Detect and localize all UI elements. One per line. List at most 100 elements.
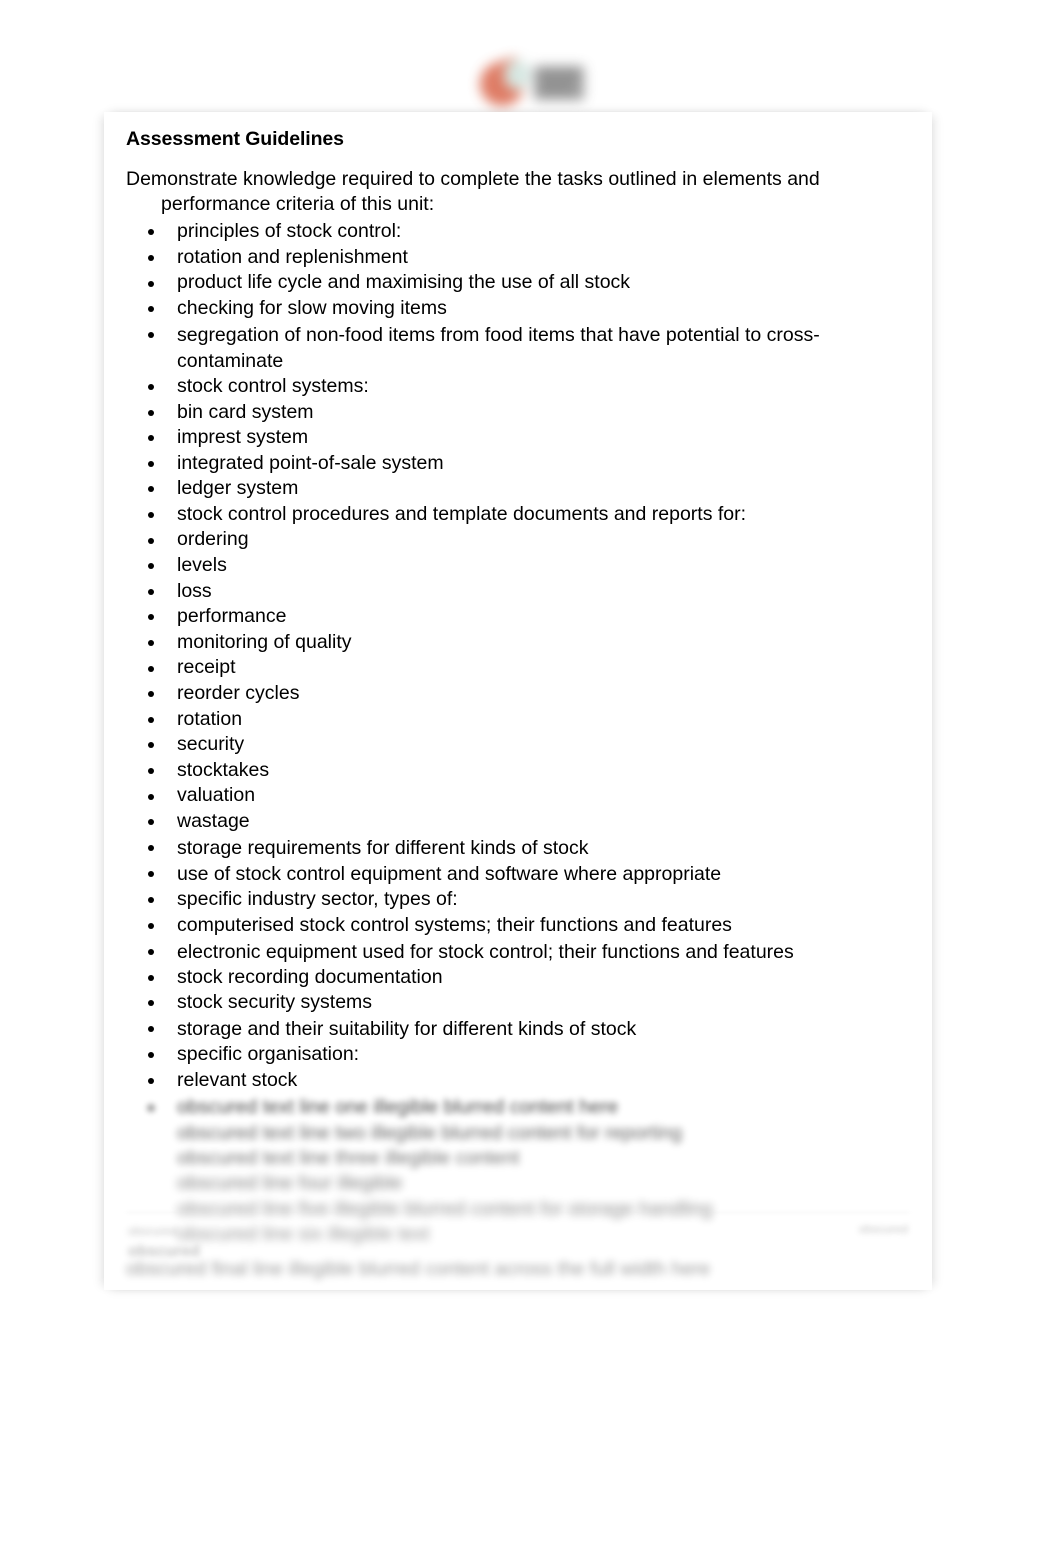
document-header-band bbox=[0, 0, 1062, 112]
list-item-label: reorder cycles bbox=[177, 682, 300, 705]
bullet-icon bbox=[148, 486, 154, 493]
bullet-icon bbox=[148, 767, 154, 774]
list-item-label: stock security systems bbox=[177, 991, 373, 1014]
intro-line-2: performance criteria of this unit: bbox=[161, 193, 435, 216]
guidelines-bullet-list: principles of stock control: rotation an… bbox=[126, 219, 916, 1093]
list-item-label: receipt bbox=[177, 656, 236, 679]
list-item-label: stock recording documentation bbox=[177, 965, 443, 988]
list-item-label: relevant stock bbox=[177, 1068, 298, 1091]
intro-paragraph: Demonstrate knowledge required to comple… bbox=[126, 167, 916, 217]
list-item: security bbox=[126, 732, 916, 758]
footer-left-line-2: obscured bbox=[128, 1243, 201, 1260]
list-item-label: stock control systems: bbox=[177, 374, 369, 397]
bullet-icon bbox=[148, 229, 154, 236]
bullet-icon bbox=[148, 280, 154, 287]
bullet-icon bbox=[148, 1026, 154, 1033]
bullet-icon bbox=[148, 896, 154, 903]
obscured-list-item: obscured text line one illegible blurred… bbox=[126, 1095, 916, 1120]
bullet-icon bbox=[148, 819, 154, 826]
list-item: rotation and replenishment bbox=[126, 245, 916, 271]
list-item: stock security systems bbox=[126, 990, 916, 1016]
bullet-icon bbox=[148, 922, 154, 929]
page-title: Assessment Guidelines bbox=[126, 128, 344, 150]
bullet-icon bbox=[148, 435, 154, 442]
bullet-icon bbox=[148, 1052, 154, 1059]
list-item: rotation bbox=[126, 707, 916, 733]
list-item: product life cycle and maximising the us… bbox=[126, 270, 916, 296]
list-item-label: computerised stock control systems; thei… bbox=[177, 914, 732, 937]
list-item: performance bbox=[126, 604, 916, 630]
bullet-icon bbox=[148, 255, 154, 262]
bullet-icon bbox=[148, 537, 154, 544]
list-item: receipt bbox=[126, 655, 916, 681]
obscured-text: obscured text line one illegible blurred… bbox=[177, 1096, 619, 1119]
list-item-label: storage requirements for different kinds… bbox=[177, 836, 589, 859]
list-item-label: valuation bbox=[177, 784, 256, 807]
list-item-label: specific industry sector, types of: bbox=[177, 887, 458, 910]
footer-page-number: obscured bbox=[858, 1222, 908, 1236]
list-item: relevant stock bbox=[126, 1068, 916, 1094]
bullet-icon bbox=[148, 974, 154, 981]
organisation-logo bbox=[474, 56, 590, 112]
list-item-label: monitoring of quality bbox=[177, 630, 352, 653]
footer-divider bbox=[126, 1212, 910, 1213]
list-item-label: specific organisation: bbox=[177, 1043, 360, 1066]
list-item: stock control procedures and template do… bbox=[126, 502, 916, 528]
footer-left-text: obscured obscured bbox=[128, 1222, 200, 1264]
bullet-icon bbox=[148, 460, 154, 467]
list-item-label: integrated point-of-sale system bbox=[177, 451, 444, 474]
list-item: ledger system bbox=[126, 476, 916, 502]
bullet-icon bbox=[148, 331, 154, 338]
list-item: valuation bbox=[126, 783, 916, 809]
list-item-label: imprest system bbox=[177, 426, 309, 449]
list-item-label: levels bbox=[177, 554, 227, 577]
bullet-icon bbox=[148, 512, 154, 519]
list-item-label: security bbox=[177, 733, 245, 756]
list-item: principles of stock control: bbox=[126, 219, 916, 245]
bullet-icon bbox=[148, 870, 154, 877]
list-item-label: principles of stock control: bbox=[177, 220, 402, 243]
list-item: storage and their suitability for differ… bbox=[126, 1016, 916, 1042]
list-item: stocktakes bbox=[126, 758, 916, 784]
list-item-label: storage and their suitability for differ… bbox=[177, 1017, 637, 1040]
bullet-icon bbox=[148, 691, 154, 698]
logo-wordmark-block-icon bbox=[534, 66, 584, 100]
list-item-label: stocktakes bbox=[177, 758, 270, 781]
list-item: bin card system bbox=[126, 400, 916, 426]
list-item: levels bbox=[126, 553, 916, 579]
list-item: checking for slow moving items bbox=[126, 296, 916, 322]
bullet-icon bbox=[148, 614, 154, 621]
bullet-icon bbox=[148, 1105, 154, 1112]
bullet-icon bbox=[148, 1077, 154, 1084]
bullet-icon bbox=[148, 665, 154, 672]
obscured-text: obscured text line three illegible conte… bbox=[177, 1146, 520, 1169]
list-item: wastage bbox=[126, 809, 916, 835]
list-item-label: performance bbox=[177, 605, 287, 628]
list-item-label: wastage bbox=[177, 810, 250, 833]
list-item: loss bbox=[126, 579, 916, 605]
list-item: stock control systems: bbox=[126, 374, 916, 400]
document-page: Assessment Guidelines Demonstrate knowle… bbox=[104, 112, 932, 1290]
list-item: segregation of non-food items from food … bbox=[126, 322, 916, 374]
bullet-icon bbox=[148, 409, 154, 416]
footer-left-line-1: obscured bbox=[128, 1224, 178, 1238]
list-item-label: electronic equipment used for stock cont… bbox=[177, 940, 794, 963]
list-item-label: stock control procedures and template do… bbox=[177, 502, 747, 525]
bullet-icon bbox=[148, 948, 154, 955]
list-item-label: ledger system bbox=[177, 477, 299, 500]
obscured-list-item: obscured text line three illegible conte… bbox=[126, 1146, 916, 1171]
document-body: Assessment Guidelines Demonstrate knowle… bbox=[126, 128, 916, 1283]
bullet-icon bbox=[148, 639, 154, 646]
list-item-label: product life cycle and maximising the us… bbox=[177, 271, 631, 294]
list-item: ordering bbox=[126, 527, 916, 553]
list-item: use of stock control equipment and softw… bbox=[126, 861, 916, 887]
intro-line-1: Demonstrate knowledge required to comple… bbox=[126, 168, 820, 191]
list-item: computerised stock control systems; thei… bbox=[126, 912, 916, 938]
list-item: imprest system bbox=[126, 425, 916, 451]
logo-swoosh-secondary-icon bbox=[504, 60, 530, 90]
bullet-icon bbox=[148, 844, 154, 851]
list-item: integrated point-of-sale system bbox=[126, 451, 916, 477]
list-item-label: ordering bbox=[177, 528, 249, 551]
obscured-text: obscured text line two illegible blurred… bbox=[177, 1121, 683, 1144]
bullet-icon bbox=[148, 588, 154, 595]
